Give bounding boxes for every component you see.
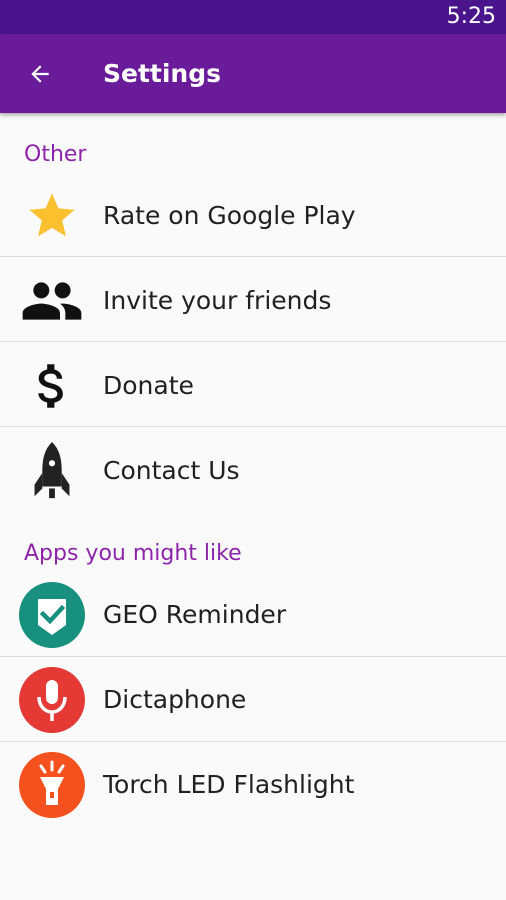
status-time: 5:25 [446,4,496,29]
list-item-label: Rate on Google Play [103,201,356,230]
arrow-back-icon [31,65,49,83]
dictaphone-app-icon [18,666,86,734]
list-item-geo-reminder[interactable]: GEO Reminder [0,573,506,658]
list-item-contact-us[interactable]: Contact Us [0,429,506,514]
list-item-invite-your-friends[interactable]: Invite your friends [0,259,506,344]
status-bar: 5:25 [0,0,506,34]
divider [0,256,506,257]
list-item-label: Dictaphone [103,685,247,714]
divider [0,426,506,427]
dollar-icon [18,352,86,420]
list-item-torch-led-flashlight[interactable]: Torch LED Flashlight [0,743,506,828]
torch-flashlight-app-icon [18,751,86,819]
list-item-label: GEO Reminder [103,600,287,629]
rocket-icon [18,437,86,505]
star-icon [18,182,86,250]
list-item-dictaphone[interactable]: Dictaphone [0,658,506,743]
page-title: Settings [103,59,222,88]
section-header-other: Other [24,142,87,167]
list-item-label: Invite your friends [103,286,332,315]
list-item-label: Donate [103,371,194,400]
section-header-apps: Apps you might like [24,541,242,566]
divider [0,741,506,742]
list-item-label: Torch LED Flashlight [103,770,355,799]
people-icon [18,267,86,335]
list-item-label: Contact Us [103,456,240,485]
divider [0,341,506,342]
divider [0,656,506,657]
list-item-rate-on-google-play[interactable]: Rate on Google Play [0,174,506,259]
app-bar: Settings [0,34,506,113]
geo-reminder-app-icon [18,581,86,649]
back-button[interactable] [18,52,62,96]
list-item-donate[interactable]: Donate [0,344,506,429]
